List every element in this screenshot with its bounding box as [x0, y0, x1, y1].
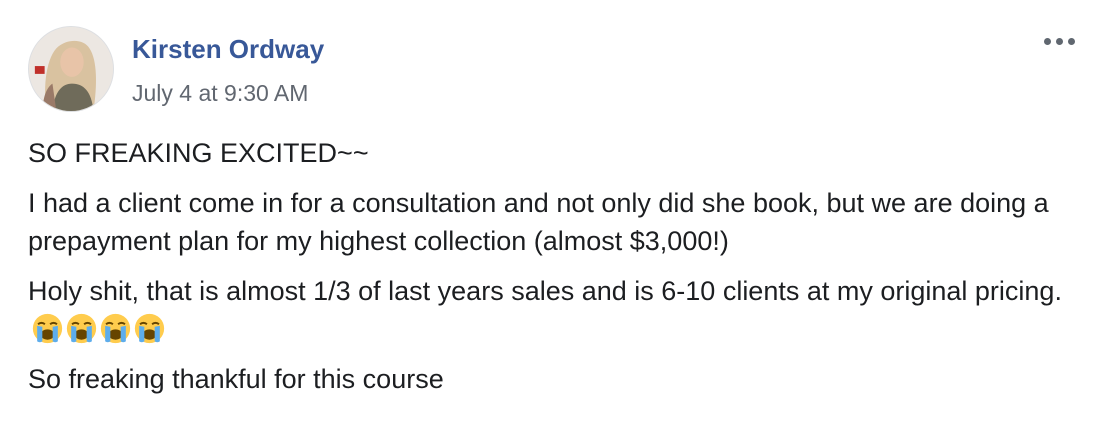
post-paragraph-2: I had a client come in for a consultatio… [28, 188, 1049, 256]
post-timestamp[interactable]: July 4 at 9:30 AM [132, 78, 308, 108]
post-paragraph-3-text: Holy shit, that is almost 1/3 of last ye… [28, 276, 1062, 306]
loudly-crying-face-icon [100, 313, 131, 344]
post-card: Kirsten Ordway July 4 at 9:30 AM SO FREA… [0, 0, 1094, 441]
loudly-crying-face-icon [32, 313, 63, 344]
loudly-crying-face-icon [66, 313, 97, 344]
more-options-icon[interactable] [1038, 30, 1080, 52]
author-avatar[interactable] [28, 26, 114, 112]
post-paragraph-4: So freaking thankful for this course [28, 364, 444, 394]
post-paragraph-3: Holy shit, that is almost 1/3 of last ye… [28, 272, 1068, 348]
emoji-group [32, 313, 165, 344]
more-dot [1043, 37, 1051, 45]
profile-photo-image [29, 27, 113, 111]
more-dot [1067, 37, 1075, 45]
loudly-crying-face-icon [134, 313, 165, 344]
author-name-link[interactable]: Kirsten Ordway [132, 33, 324, 65]
post-body: SO FREAKING EXCITED~~ I had a client com… [28, 134, 1068, 410]
more-dot [1055, 37, 1063, 45]
post-paragraph-1: SO FREAKING EXCITED~~ [28, 138, 369, 168]
